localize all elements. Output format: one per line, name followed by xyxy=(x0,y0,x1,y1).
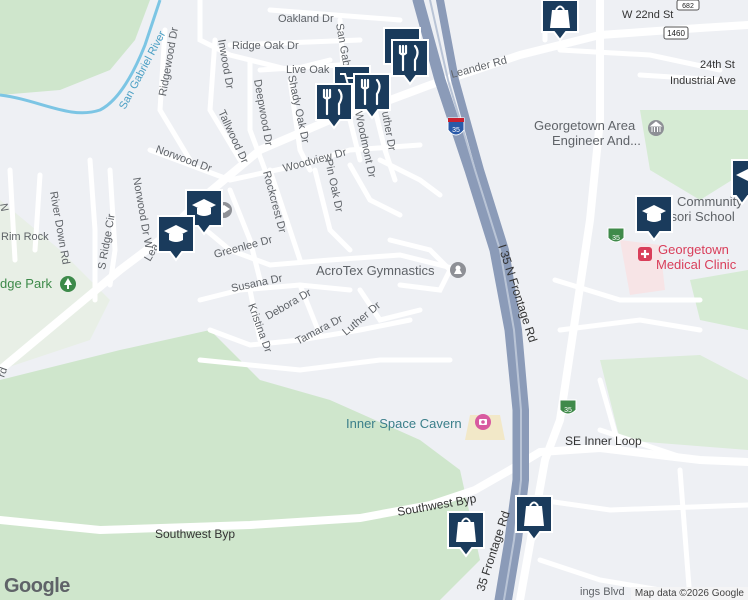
poi-label-acrotex: AcroTex Gymnastics xyxy=(316,263,435,278)
street-label-ridge-oak: Ridge Oak Dr xyxy=(232,40,299,52)
poi-label-medical-line1: Georgetown xyxy=(658,242,729,257)
svg-text:35: 35 xyxy=(452,127,460,134)
street-label-se-inner-loop: SE Inner Loop xyxy=(565,434,642,448)
i35-shield-north: 35 xyxy=(447,117,465,136)
svg-text:682: 682 xyxy=(682,3,694,10)
shopping-bag-icon xyxy=(550,10,570,28)
street-label-w-22nd: W 22nd St xyxy=(622,9,673,21)
svg-text:35: 35 xyxy=(612,235,620,242)
shopping-bag-icon xyxy=(456,522,476,542)
google-logo: Google xyxy=(4,575,70,597)
shopping-bag-icon xyxy=(524,506,544,526)
svg-text:35: 35 xyxy=(564,407,572,414)
poi-label-engineer-line2: Engineer And... xyxy=(552,133,641,148)
map-attribution[interactable]: Map data ©2026 Google xyxy=(630,587,748,600)
poi-label-park: dge Park xyxy=(0,276,53,291)
poi-label-inner-space: Inner Space Cavern xyxy=(346,416,462,431)
i35-shield-east: 35 xyxy=(607,227,625,243)
svg-text:1460: 1460 xyxy=(667,29,685,38)
street-label-oakland: Oakland Dr xyxy=(278,13,334,25)
street-label-ings-blvd: ings Blvd xyxy=(580,586,625,598)
poi-label-medical-line2: Medical Clinic xyxy=(656,257,737,272)
street-label-sw-byp-left: Southwest Byp xyxy=(155,527,235,541)
street-label-industrial: Industrial Ave xyxy=(670,75,736,87)
rm-1460-shield: 1460 xyxy=(663,26,689,40)
poi-park[interactable]: dge Park xyxy=(0,276,76,292)
map-canvas[interactable]: Oakland Dr Ridge Oak Dr Live Oak Dr San … xyxy=(0,0,748,600)
street-label-rim-rock: Rim Rock xyxy=(1,231,49,243)
fm-682-shield: 682 xyxy=(676,0,700,11)
poi-label-engineer-line1: Georgetown Area xyxy=(534,118,636,133)
i35-shield-south: 35 xyxy=(559,399,577,415)
street-label-24th: 24th St xyxy=(700,59,735,71)
